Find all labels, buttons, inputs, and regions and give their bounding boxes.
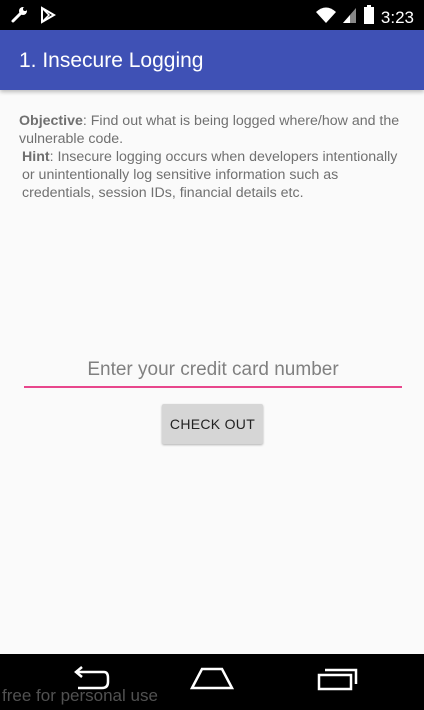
wifi-icon xyxy=(315,6,337,29)
page-title: 1. Insecure Logging xyxy=(19,49,204,72)
status-bar: 3:23 xyxy=(0,0,424,30)
objective-paragraph: Objective: Find out what is being logged… xyxy=(19,112,411,148)
hint-paragraph: Hint: Insecure logging occurs when devel… xyxy=(19,148,411,202)
hint-label: Hint xyxy=(22,149,50,165)
recents-icon[interactable] xyxy=(316,666,358,697)
play-store-icon xyxy=(40,6,56,29)
home-icon[interactable] xyxy=(189,666,235,697)
signal-icon xyxy=(342,6,357,29)
watermark-text: free for personal use xyxy=(2,686,158,705)
objective-label: Objective xyxy=(19,113,83,129)
app-bar: 1. Insecure Logging xyxy=(0,30,424,90)
credit-card-input[interactable] xyxy=(24,358,402,388)
wrench-icon xyxy=(10,6,30,29)
checkout-button[interactable]: CHECK OUT xyxy=(162,404,263,444)
status-time: 3:23 xyxy=(380,7,414,27)
instructions: Objective: Find out what is being logged… xyxy=(19,112,411,202)
battery-icon xyxy=(363,5,375,30)
hint-text: : Insecure logging occurs when developer… xyxy=(22,149,398,201)
